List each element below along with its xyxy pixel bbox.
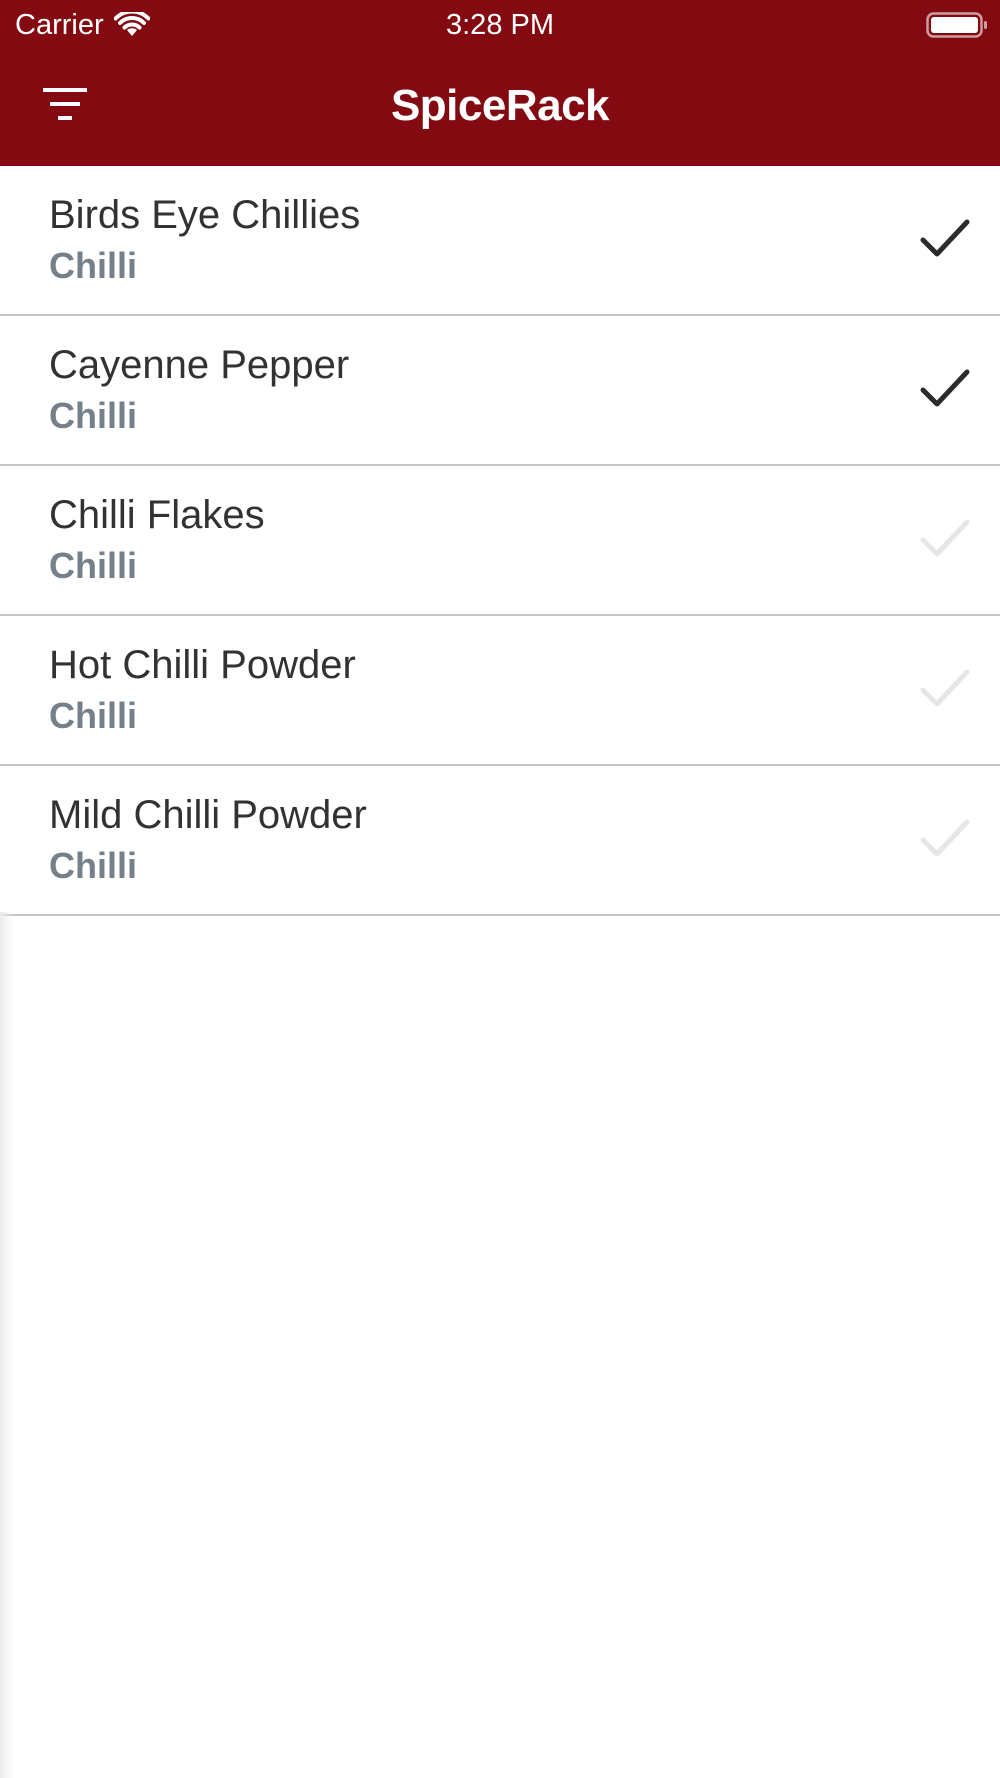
item-category: Chilli <box>49 695 137 736</box>
app-header: Carrier 3:28 PM SpiceRack <box>0 0 1000 166</box>
item-category: Chilli <box>49 245 137 286</box>
checkmark-icon[interactable] <box>920 666 970 710</box>
item-name: Hot Chilli Powder <box>49 643 356 687</box>
list-item[interactable]: Mild Chilli Powder Chilli <box>0 766 1000 916</box>
list-item[interactable]: Cayenne Pepper Chilli <box>0 316 1000 466</box>
navigation-bar: SpiceRack <box>0 62 1000 150</box>
page-title: SpiceRack <box>390 81 610 130</box>
spice-list: Birds Eye Chillies Chilli Cayenne Pepper… <box>0 166 1000 916</box>
item-name: Birds Eye Chillies <box>49 193 361 237</box>
checkmark-icon[interactable] <box>920 216 970 260</box>
item-category: Chilli <box>49 845 137 886</box>
list-item[interactable]: Chilli Flakes Chilli <box>0 466 1000 616</box>
item-category: Chilli <box>49 395 137 436</box>
list-item[interactable]: Birds Eye Chillies Chilli <box>0 166 1000 316</box>
battery-icon <box>926 12 987 38</box>
edge-shadow <box>0 912 14 1778</box>
checkmark-icon[interactable] <box>920 366 970 410</box>
item-name: Chilli Flakes <box>49 493 265 537</box>
status-time: 3:28 PM <box>446 9 554 41</box>
checkmark-icon[interactable] <box>920 816 970 860</box>
status-bar: Carrier 3:28 PM <box>0 0 1000 50</box>
checkmark-icon[interactable] <box>920 516 970 560</box>
item-name: Cayenne Pepper <box>49 343 350 387</box>
item-category: Chilli <box>49 545 137 586</box>
list-item[interactable]: Hot Chilli Powder Chilli <box>0 616 1000 766</box>
item-name: Mild Chilli Powder <box>49 793 367 837</box>
